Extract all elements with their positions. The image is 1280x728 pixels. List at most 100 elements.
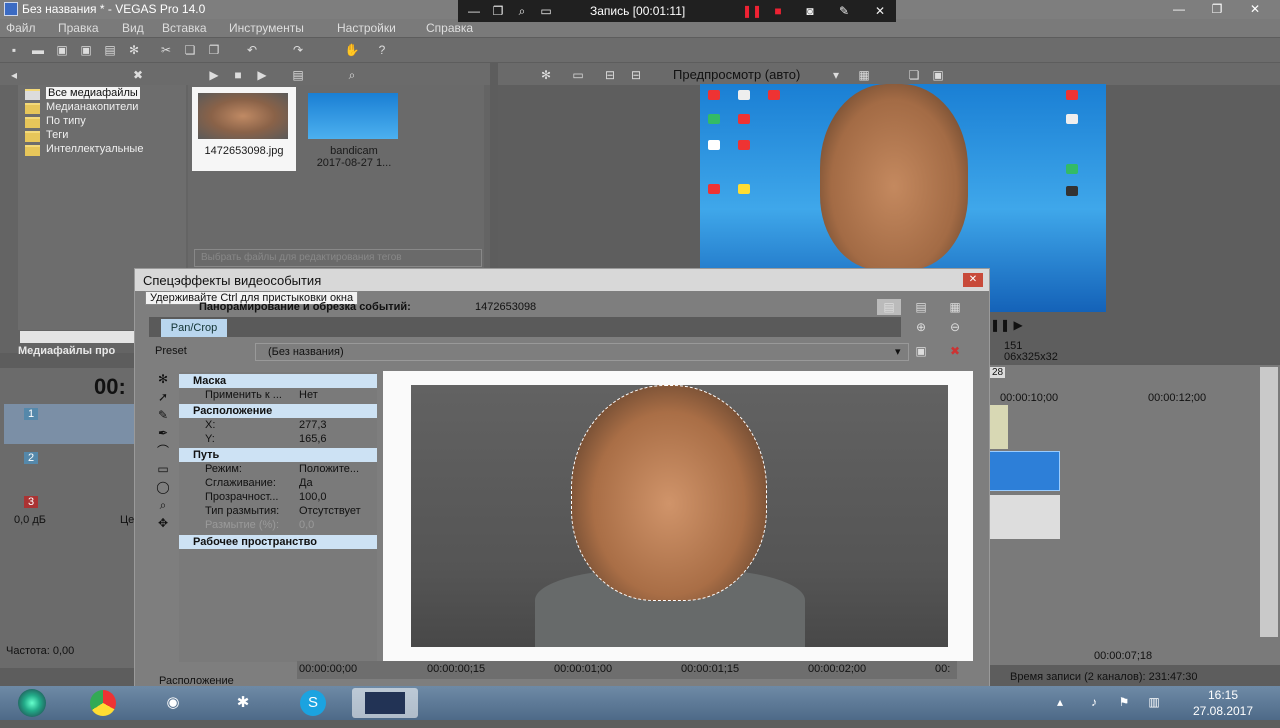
tree-item-media-drives[interactable]: Медианакопители (46, 101, 138, 113)
pointer-icon[interactable]: ➚ (155, 389, 171, 405)
minimize-button[interactable]: — (1160, 0, 1198, 18)
chevron-down-icon[interactable]: ▾ (895, 345, 901, 358)
back-icon[interactable]: ◂ (6, 67, 22, 83)
preset-dropdown[interactable]: (Без названия) (255, 343, 909, 361)
video-event[interactable] (988, 405, 1008, 449)
flag-icon[interactable]: ⚑ (1116, 694, 1132, 710)
menu-view[interactable]: Вид (122, 21, 144, 35)
open-icon[interactable]: ▬ (30, 42, 46, 58)
close-button[interactable]: ✕ (1236, 0, 1274, 18)
render-icon[interactable]: ▤ (102, 42, 118, 58)
minimize-icon[interactable]: — (466, 3, 482, 19)
tree-item-all-media[interactable]: Все медиафайлы (46, 87, 140, 99)
volume-icon[interactable]: ♪ (1086, 694, 1102, 710)
stop-icon[interactable]: ■ (770, 3, 786, 19)
delete-preset-icon[interactable]: ✖ (947, 343, 963, 359)
track-header-video-2[interactable]: 2 (4, 448, 134, 488)
save-as-icon[interactable]: ▣ (78, 42, 94, 58)
rectangle-icon[interactable]: ▭ (155, 461, 171, 477)
external-monitor-icon[interactable]: ▭ (570, 67, 586, 83)
split-icon[interactable]: ⊟ (602, 67, 618, 83)
layout-icon[interactable]: ▦ (947, 299, 963, 315)
fx-keyframe-ruler[interactable]: 00:00:00;00 00:00:00;15 00:00:01;00 00:0… (297, 661, 957, 679)
skype-taskbar-icon[interactable]: S (284, 688, 342, 718)
start-button[interactable] (2, 688, 62, 718)
camera-icon[interactable]: ◙ (802, 3, 818, 19)
section-path[interactable]: Путь (179, 448, 377, 462)
section-mask[interactable]: Маска (179, 374, 377, 388)
remove-icon[interactable]: ✖ (130, 67, 146, 83)
vegas-taskbar-icon[interactable] (352, 688, 418, 718)
zoom-icon[interactable]: ⌕ (155, 497, 171, 513)
pen-icon[interactable]: ✎ (836, 3, 852, 19)
tray-arrow-icon[interactable]: ▴ (1052, 694, 1068, 710)
bezier-icon[interactable]: ⌒ (155, 443, 171, 459)
layout-icon[interactable]: ▤ (877, 299, 901, 315)
save-preset-icon[interactable]: ▣ (913, 343, 929, 359)
split-icon[interactable]: ⊟ (628, 67, 644, 83)
section-workspace[interactable]: Рабочее пространство (179, 535, 377, 549)
gear-icon[interactable]: ✻ (155, 371, 171, 387)
gear-icon[interactable]: ✻ (538, 67, 554, 83)
region-icon[interactable]: ▭ (538, 3, 554, 19)
video-event[interactable] (988, 451, 1060, 491)
autoplay-icon[interactable]: ▶ (254, 67, 270, 83)
menu-help[interactable]: Справка (426, 21, 473, 35)
app-taskbar-icon[interactable]: ✱ (214, 688, 272, 718)
mask-path[interactable] (571, 385, 767, 601)
track-header-audio-3[interactable]: 3 0,0 дБ Це (4, 492, 134, 532)
copy-icon[interactable]: ❏ (182, 42, 198, 58)
preview-quality-dropdown[interactable]: Предпросмотр (авто) (673, 67, 800, 82)
stop-icon[interactable]: ■ (230, 67, 246, 83)
cut-icon[interactable]: ✂ (158, 42, 174, 58)
hand-icon[interactable]: ✋ (344, 42, 360, 58)
grid-icon[interactable]: ▦ (856, 67, 872, 83)
close-icon[interactable]: ✕ (872, 3, 888, 19)
menu-file[interactable]: Файл (6, 21, 36, 35)
network-icon[interactable]: ▥ (1146, 694, 1162, 710)
menu-tools[interactable]: Инструменты (229, 21, 304, 35)
fx-title-bar[interactable]: Спецэффекты видеособытия ✕ (135, 269, 989, 291)
move-icon[interactable]: ✥ (155, 515, 171, 531)
audio-event[interactable] (988, 495, 1060, 539)
chevron-down-icon[interactable]: ▾ (828, 67, 844, 83)
redo-icon[interactable]: ↷ (290, 42, 306, 58)
plugin-chain-icon[interactable]: ⊕ (913, 319, 929, 335)
save-frame-icon[interactable]: ▣ (930, 67, 946, 83)
views-icon[interactable]: ▤ (290, 67, 306, 83)
track-header-video-1[interactable]: 1 (4, 404, 134, 444)
media-item[interactable]: 1472653098.jpg (192, 87, 296, 171)
remove-plugin-icon[interactable]: ⊖ (947, 319, 963, 335)
paste-icon[interactable]: ❐ (206, 42, 222, 58)
menu-edit[interactable]: Правка (58, 21, 99, 35)
copy-frame-icon[interactable]: ❏ (906, 67, 922, 83)
help-icon[interactable]: ? (374, 42, 390, 58)
anchor-icon[interactable]: ✒ (155, 425, 171, 441)
search-icon[interactable]: ⌕ (344, 67, 360, 83)
clock[interactable]: 16:15 27.08.2017 (1180, 687, 1266, 719)
explorer-tab-label[interactable]: Медиафайлы про (18, 345, 115, 357)
gear-icon[interactable]: ✻ (126, 42, 142, 58)
media-item[interactable]: bandicam 2017-08-27 1... (302, 87, 406, 171)
chrome-taskbar-icon[interactable] (74, 688, 132, 718)
play-icon[interactable]: ▶ (206, 67, 222, 83)
timeline-vscrollbar[interactable] (1260, 367, 1278, 637)
pan-crop-chip[interactable]: Pan/Crop (161, 319, 227, 337)
fx-close-button[interactable]: ✕ (963, 273, 983, 287)
search-icon[interactable]: ⌕ (514, 3, 530, 19)
undo-icon[interactable]: ↶ (244, 42, 260, 58)
pen-icon[interactable]: ✎ (155, 407, 171, 423)
new-icon[interactable]: ▪ (6, 42, 22, 58)
tag-search-input[interactable]: Выбрать файлы для редактирования тегов (194, 249, 482, 267)
save-icon[interactable]: ▣ (54, 42, 70, 58)
pause-icon[interactable]: ❚❚ (742, 3, 762, 19)
tree-item-tags[interactable]: Теги (46, 129, 68, 141)
tree-item-smart[interactable]: Интеллектуальные (46, 143, 143, 155)
app-taskbar-icon[interactable]: ◉ (144, 688, 202, 718)
section-position[interactable]: Расположение (179, 404, 377, 418)
layout-icon[interactable]: ▤ (913, 299, 929, 315)
menu-insert[interactable]: Вставка (162, 21, 207, 35)
menu-settings[interactable]: Настройки (337, 21, 396, 35)
tree-item-by-type[interactable]: По типу (46, 115, 86, 127)
ellipse-icon[interactable]: ◯ (155, 479, 171, 495)
